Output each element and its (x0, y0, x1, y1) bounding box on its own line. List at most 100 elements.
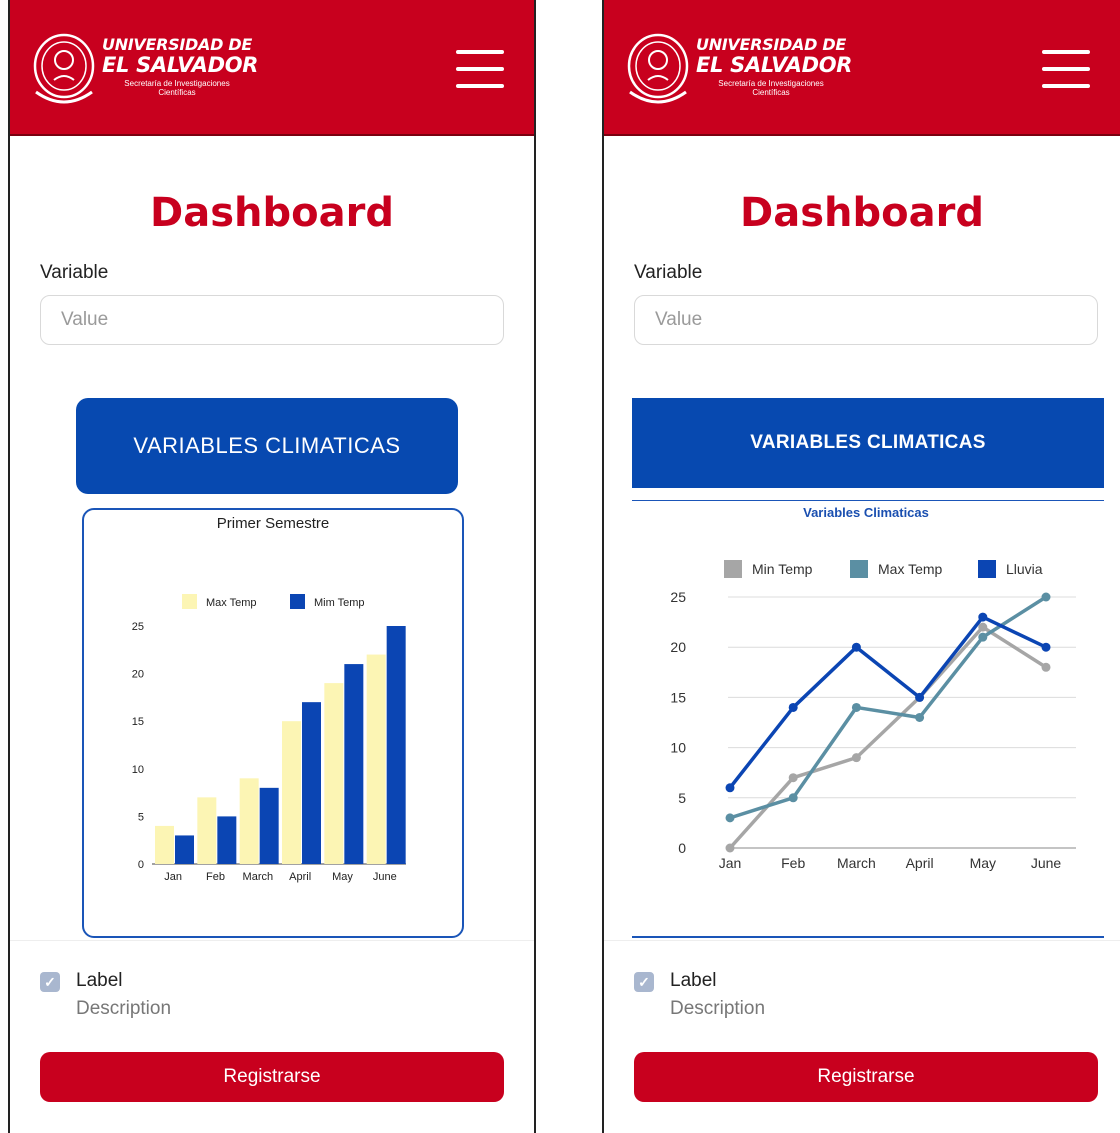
y-tick-label: 10 (670, 740, 686, 756)
data-point (978, 612, 988, 622)
app-header: UNIVERSIDAD DE EL SALVADOR Secretaría de… (10, 0, 534, 136)
legend-label: Lluvia (1006, 561, 1043, 577)
series-line (728, 625, 1047, 850)
label-checkbox[interactable]: ✓ (634, 972, 654, 992)
page-title: Dashboard (150, 190, 394, 236)
y-tick-label: 5 (678, 790, 686, 806)
data-point (978, 632, 988, 642)
y-tick-label: 15 (132, 716, 144, 728)
legend-swatch (290, 594, 305, 609)
data-point (915, 712, 925, 722)
bar (344, 664, 364, 864)
bar-chart-card: Primer Semestre Max Temp Mim Temp 0 5 10 15 20 2… (82, 508, 464, 938)
data-point (1041, 642, 1051, 652)
brand-subtitle-2: Científicas (752, 88, 790, 97)
x-tick-label: June (373, 871, 397, 883)
series-line (729, 595, 1047, 820)
data-point (851, 642, 861, 652)
line-chart-card: Variables Climaticas Min Temp Max Temp Lluv… (632, 500, 1104, 938)
bar (217, 816, 237, 864)
data-point (851, 753, 861, 763)
app-header: UNIVERSIDAD DE EL SALVADOR Secretaría de… (604, 0, 1120, 136)
bar (197, 797, 217, 864)
data-point (788, 773, 798, 783)
data-point (915, 692, 925, 702)
bar-chart: Primer Semestre Max Temp Mim Temp 0 5 10 15 20 2… (132, 515, 406, 883)
divider (10, 940, 534, 941)
y-tick-label: 0 (138, 859, 144, 871)
variables-climaticas-button[interactable]: VARIABLES CLIMATICAS (76, 398, 458, 494)
bar (282, 721, 301, 864)
bar (259, 787, 279, 864)
label-checkbox[interactable]: ✓ (40, 972, 60, 992)
x-tick-label: Jan (164, 871, 182, 883)
hamburger-menu-icon[interactable] (1042, 50, 1090, 90)
bar (302, 702, 321, 864)
legend-label: Max Temp (878, 561, 943, 577)
y-tick-label: 20 (670, 639, 686, 655)
registrarse-button[interactable]: Registrarse (634, 1052, 1098, 1102)
legend-label: Min Temp (752, 561, 813, 577)
bar (175, 835, 194, 864)
legend-swatch (850, 560, 868, 578)
bar (155, 825, 174, 864)
variable-input[interactable] (40, 295, 504, 345)
y-tick-label: 10 (132, 764, 144, 776)
y-tick-label: 25 (670, 589, 686, 605)
x-tick-label: April (289, 871, 311, 883)
x-tick-label: Feb (206, 871, 225, 883)
bar (386, 626, 406, 864)
divider (604, 940, 1120, 941)
x-tick-label: March (243, 871, 274, 883)
brand-block: UNIVERSIDAD DE EL SALVADOR Secretaría de… (696, 35, 853, 98)
legend-swatch (978, 560, 996, 578)
brand-line-2: EL SALVADOR (696, 53, 853, 77)
brand-subtitle-1: Secretaría de Investigaciones (718, 79, 824, 88)
data-point (725, 843, 735, 853)
x-tick-label: April (906, 855, 934, 871)
x-tick-label: June (1031, 855, 1062, 871)
legend-swatch (182, 594, 197, 609)
data-point (788, 793, 798, 803)
x-tick-label: May (332, 871, 353, 883)
x-tick-label: March (837, 855, 876, 871)
brand-subtitle-2: Científicas (158, 88, 196, 97)
brand-line-2: EL SALVADOR (102, 53, 259, 77)
variable-label: Variable (634, 262, 703, 283)
x-tick-label: Feb (781, 855, 805, 871)
university-seal-logo (33, 33, 95, 104)
y-tick-label: 15 (670, 689, 686, 705)
brand-block: UNIVERSIDAD DE EL SALVADOR Secretaría de… (102, 35, 259, 98)
legend-label: Max Temp (206, 597, 257, 609)
bar (239, 778, 259, 864)
data-point (1041, 592, 1051, 602)
variable-label: Variable (40, 262, 109, 283)
phone-screen-line-chart: UNIVERSIDAD DE EL SALVADOR Secretaría de… (602, 0, 1120, 1133)
data-point (725, 813, 735, 823)
x-tick-label: May (970, 855, 996, 871)
university-seal-logo (627, 33, 689, 104)
brand-line-1: UNIVERSIDAD DE (102, 35, 252, 54)
phone-screen-bar-chart: UNIVERSIDAD DE EL SALVADOR Secretaría de… (8, 0, 536, 1133)
data-point (788, 702, 798, 712)
y-tick-label: 0 (678, 840, 686, 856)
legend-swatch (724, 560, 742, 578)
chart-title: Primer Semestre (217, 515, 330, 532)
data-point (1041, 662, 1051, 672)
bar (324, 683, 344, 864)
x-tick-label: Jan (719, 855, 742, 871)
variables-climaticas-button[interactable]: VARIABLES CLIMATICAS (632, 398, 1104, 488)
y-tick-label: 25 (132, 621, 144, 633)
checkbox-description: Description (76, 998, 172, 1019)
hamburger-menu-icon[interactable] (456, 50, 504, 90)
y-tick-label: 5 (138, 811, 144, 823)
series-line (728, 615, 1047, 789)
checkbox-label: Label (670, 970, 717, 991)
brand-line-1: UNIVERSIDAD DE (696, 35, 846, 54)
variable-input[interactable] (634, 295, 1098, 345)
registrarse-button[interactable]: Registrarse (40, 1052, 504, 1102)
data-point (978, 622, 988, 632)
data-point (725, 783, 735, 793)
data-point (851, 702, 861, 712)
line-chart: Variables Climaticas Min Temp Max Temp Lluv… (670, 505, 1076, 871)
